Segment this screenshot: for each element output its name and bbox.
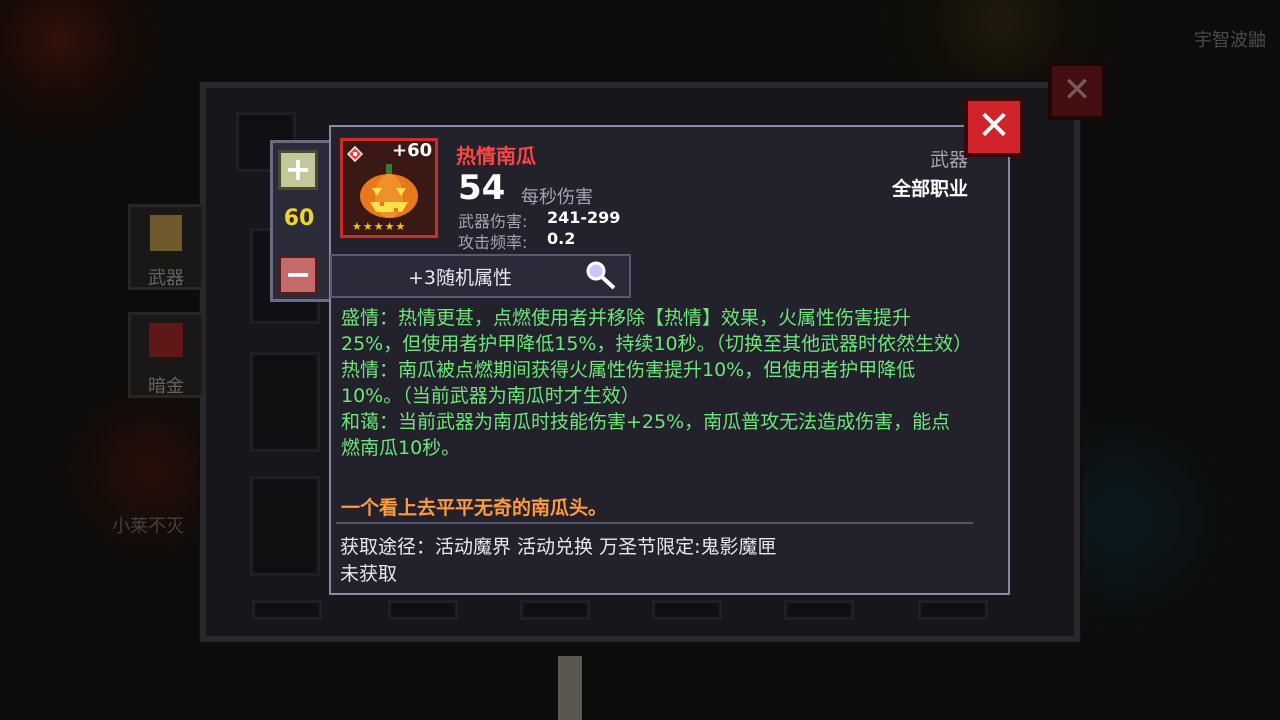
decrease-button[interactable]: − [278,255,318,295]
star-rating: ★★★★★ [352,220,407,233]
quantity-value: 60 [283,206,315,231]
increase-button[interactable]: + [278,150,318,190]
pumpkin-icon [360,164,418,218]
flavor-text: 一个看上去平平无奇的南瓜头。 [341,497,608,519]
item-type: 武器 [929,149,968,171]
random-attributes-label: +3随机属性 [407,267,512,289]
attack-rate-value: 0.2 [547,229,576,248]
magnifier-icon[interactable] [584,260,618,292]
item-description: 盛情：热情更甚，点燃使用者并移除【热情】效果，火属性伤害提升25%，但使用者护甲… [341,305,973,461]
tooltip-close-button[interactable]: ✕ [964,97,1024,157]
rarity-gem-icon [347,146,363,162]
divider [336,522,973,524]
close-icon: ✕ [977,103,1011,149]
passive-2: 热情：南瓜被点燃期间获得火属性伤害提升10%，但使用者护甲降低10%。（当前武器… [341,359,916,407]
item-class: 全部职业 [891,178,968,200]
item-name: 热情南瓜 [456,144,536,168]
dps-value: 54 [458,168,506,208]
dps-label: 每秒伤害 [521,187,593,208]
attack-rate-label: 攻击频率: [458,233,528,252]
key-silhouette [558,656,582,720]
passive-3: 和蔼：当前武器为南瓜时技能伤害+25%，南瓜普攻无法造成伤害，能点燃南瓜10秒。 [341,411,951,459]
weapon-damage-value: 241-299 [547,208,621,227]
acquisition-status: 未获取 [340,563,398,585]
item-level-badge: +60 [392,140,433,161]
passive-1: 盛情：热情更甚，点燃使用者并移除【热情】效果，火属性伤害提升25%，但使用者护甲… [341,307,973,355]
acquisition-source: 获取途径：活动魔界 活动兑换 万圣节限定:鬼影魔匣 [340,536,777,558]
